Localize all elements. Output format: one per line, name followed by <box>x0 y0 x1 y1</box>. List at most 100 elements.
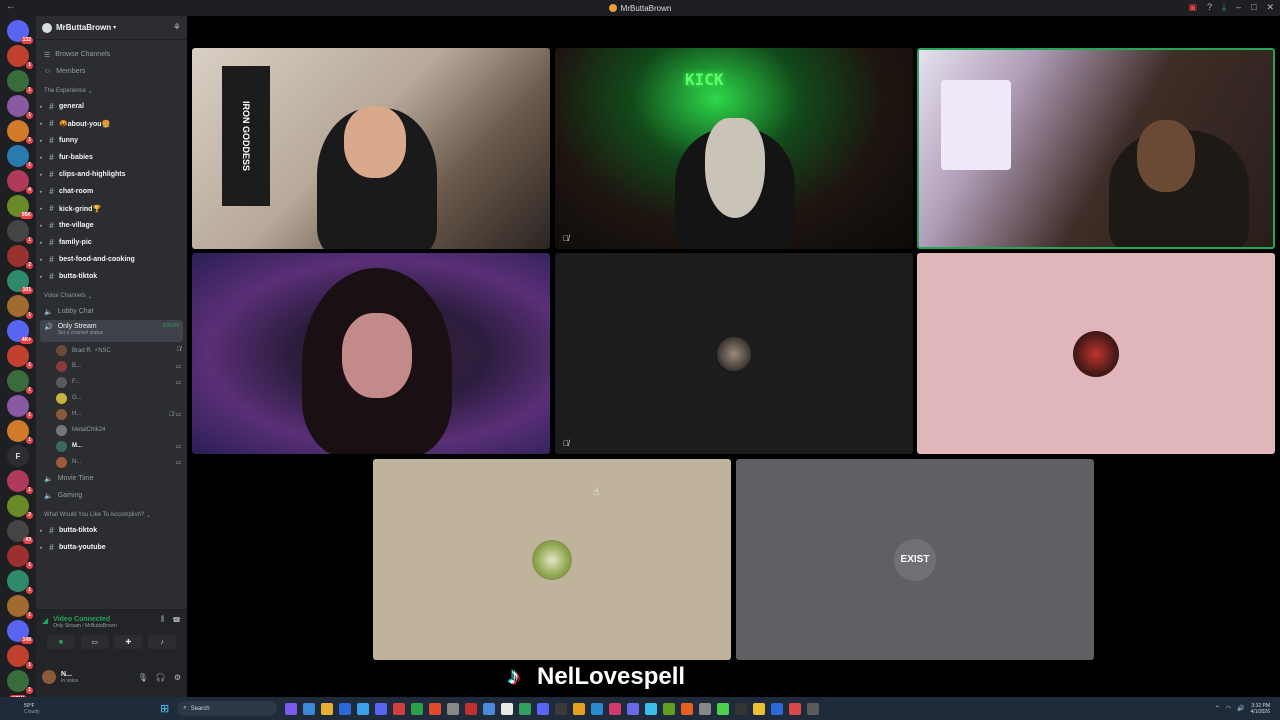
taskbar-app-icon[interactable] <box>357 702 370 715</box>
server-icon[interactable]: 2 <box>7 495 33 519</box>
server-folder-icon[interactable]: F <box>7 445 29 467</box>
taskbar-app-icon[interactable] <box>681 702 694 715</box>
taskbar-app-icon[interactable] <box>393 702 406 715</box>
taskbar-app-icon[interactable] <box>699 702 712 715</box>
video-tile-8[interactable]: EXIST <box>736 459 1094 660</box>
noise-suppression-icon[interactable]: ⫼ <box>161 616 164 624</box>
server-icon[interactable]: 1 <box>7 595 33 619</box>
server-icon[interactable]: 4 <box>7 170 33 194</box>
weather-widget[interactable]: 50°F Cloudy <box>0 703 160 715</box>
channel-item[interactable]: ▸ # best-food-and-cooking <box>36 251 187 268</box>
clock[interactable]: 3:32 PM 4/1/2026 <box>1251 703 1270 715</box>
inbox-icon[interactable]: ▣ <box>1188 2 1197 13</box>
channel-item[interactable]: ▸ # butta-youtube <box>36 539 187 556</box>
voice-member[interactable]: H... 🎙̸ ▭ <box>36 406 187 422</box>
headphones-icon[interactable]: 🎧 <box>156 673 166 682</box>
video-tile-6[interactable] <box>917 253 1275 454</box>
activities-button[interactable]: ✚ <box>114 635 143 649</box>
video-tile-1[interactable]: IRON GODDESS <box>192 48 550 249</box>
voice-member[interactable]: F... ▭ <box>36 374 187 390</box>
server-header[interactable]: MrButtaBrown ▾ ⚘ <box>36 16 187 40</box>
channel-item[interactable]: ▸ # fur-babies <box>36 149 187 166</box>
taskbar-app-icon[interactable] <box>735 702 748 715</box>
invite-icon[interactable]: ⚘ <box>173 22 181 33</box>
disconnect-icon[interactable]: ☎ <box>172 616 181 624</box>
close-icon[interactable]: ✕ <box>1266 2 1274 13</box>
server-icon[interactable]: 1 <box>7 470 33 494</box>
server-icon[interactable]: 4K+ <box>7 320 33 344</box>
channel-item[interactable]: ▸ # chat-room <box>36 183 187 200</box>
video-tile-4[interactable] <box>192 253 550 454</box>
taskbar-app-icon[interactable] <box>303 702 316 715</box>
channel-item[interactable]: ▸ # funny <box>36 132 187 149</box>
browse-channels-item[interactable]: ☰ Browse Channels <box>36 46 187 63</box>
chevron-up-icon[interactable]: ⌃ <box>1215 705 1220 712</box>
maximize-icon[interactable]: □ <box>1251 2 1256 13</box>
server-icon[interactable]: 1 <box>7 220 33 244</box>
taskbar-search[interactable]: ⌕ Search <box>177 701 278 716</box>
taskbar-app-icon[interactable] <box>807 702 820 715</box>
server-icon[interactable]: 1 <box>7 545 33 569</box>
members-item[interactable]: ☺ Members <box>36 63 187 80</box>
taskbar-app-icon[interactable] <box>501 702 514 715</box>
server-icon[interactable]: 1 <box>7 145 33 169</box>
channel-item[interactable]: ▸ # 🤬about-you🍔 <box>36 115 187 132</box>
voice-channel-gaming[interactable]: 🔈 Gaming <box>36 487 187 504</box>
taskbar-app-icon[interactable] <box>285 702 298 715</box>
back-arrow-icon[interactable]: ← <box>6 1 16 12</box>
wifi-icon[interactable]: ◠ <box>1226 705 1231 712</box>
category-voice-channels[interactable]: Voice Channels ⌄ <box>36 289 187 303</box>
server-icon[interactable]: 1 <box>7 120 33 144</box>
settings-gear-icon[interactable]: ⚙ <box>174 673 181 682</box>
channel-item[interactable]: ▸ # butta-tiktok <box>36 268 187 285</box>
channel-item[interactable]: ▸ # kick-grind🏆 <box>36 200 187 217</box>
help-icon[interactable]: ? <box>1207 2 1212 13</box>
server-icon[interactable]: 1 <box>7 95 33 119</box>
voice-member[interactable]: MetalChik24 <box>36 422 187 438</box>
soundboard-button[interactable]: ♪ <box>148 635 177 649</box>
server-icon[interactable]: 101 <box>7 270 33 294</box>
taskbar-app-icon[interactable] <box>573 702 586 715</box>
taskbar-app-icon[interactable] <box>375 702 388 715</box>
server-icon[interactable]: 1 <box>7 370 33 394</box>
server-icon[interactable]: 132 <box>7 20 33 44</box>
voice-member[interactable]: G... <box>36 390 187 406</box>
taskbar-app-icon[interactable] <box>555 702 568 715</box>
channel-status[interactable]: Set a channel status <box>58 330 103 336</box>
signal-icon[interactable]: ◢ <box>42 616 48 625</box>
server-icon[interactable]: 1 <box>7 70 33 94</box>
voice-channel-lobby[interactable]: 🔈 Lobby Chat <box>36 303 187 320</box>
server-icon[interactable]: 95K <box>7 195 33 219</box>
taskbar-app-icon[interactable] <box>339 702 352 715</box>
channel-item[interactable]: ▸ # family-pic <box>36 234 187 251</box>
windows-start-icon[interactable]: ⊞ <box>160 702 169 715</box>
voice-channel-only-stream[interactable]: 🔊 Only Stream Set a channel status 3:00:… <box>40 320 183 342</box>
server-icon[interactable]: 1 <box>7 395 33 419</box>
taskbar-app-icon[interactable] <box>609 702 622 715</box>
taskbar-app-icon[interactable] <box>429 702 442 715</box>
voice-member[interactable]: M... ▭ <box>36 438 187 454</box>
server-icon[interactable]: 1 <box>7 45 33 69</box>
server-icon[interactable]: 1 <box>7 420 33 444</box>
download-icon[interactable]: ⤓ <box>1222 2 1226 13</box>
voice-member[interactable]: N... ▭ <box>36 454 187 470</box>
taskbar-app-icon[interactable] <box>663 702 676 715</box>
category-the-experience[interactable]: The Experience ⌄ <box>36 84 187 98</box>
video-tile-7[interactable]: ☝ <box>373 459 731 660</box>
voice-member[interactable]: B... ▭ <box>36 358 187 374</box>
server-icon[interactable]: 43 <box>7 520 33 544</box>
channel-item[interactable]: ▸ # butta-tiktok <box>36 522 187 539</box>
category-accomplish[interactable]: What Would You Like To Accomplish? ⌄ <box>36 508 187 522</box>
screen-share-button[interactable]: ▭ <box>80 635 109 649</box>
voice-location[interactable]: Only Stream / MrButtaBrown <box>53 623 117 629</box>
taskbar-app-icon[interactable] <box>717 702 730 715</box>
microphone-icon[interactable]: 🎙 <box>138 673 148 682</box>
taskbar-app-icon[interactable] <box>465 702 478 715</box>
taskbar-app-icon[interactable] <box>447 702 460 715</box>
voice-member[interactable]: Brad R. ⚡NSC 🎙̸ <box>36 342 187 358</box>
video-tile-5[interactable]: 🎙̸ <box>555 253 913 454</box>
camera-button[interactable]: ■ <box>46 635 75 649</box>
server-icon[interactable]: 1 <box>7 670 33 694</box>
channel-item[interactable]: ▸ # the-village <box>36 217 187 234</box>
server-icon[interactable]: 1 <box>7 570 33 594</box>
